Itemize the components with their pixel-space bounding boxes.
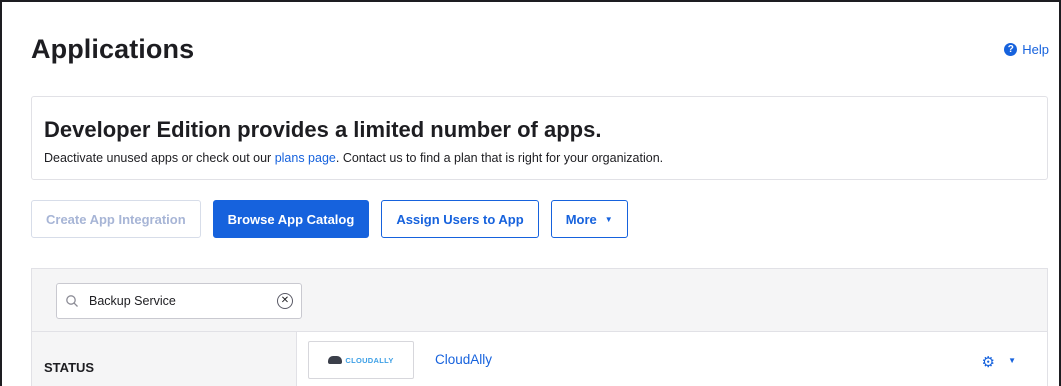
help-link[interactable]: ? Help (1004, 42, 1049, 57)
cloudally-logo[interactable]: CLOUDALLY (308, 341, 414, 379)
create-app-integration-button[interactable]: Create App Integration (31, 200, 201, 238)
notice-text: Deactivate unused apps or check out our … (44, 151, 663, 165)
app-name-link[interactable]: CloudAlly (435, 352, 492, 367)
gear-icon[interactable]: ⚙ (982, 353, 995, 371)
status-filter-heading: STATUS (44, 360, 95, 375)
page-title: Applications (31, 34, 195, 64)
notice-text-after: . Contact us to find a plan that is righ… (335, 151, 664, 165)
more-label: More (565, 211, 597, 227)
edition-notice-banner: Developer Edition provides a limited num… (31, 96, 1048, 180)
plans-page-link[interactable]: plans page (275, 151, 336, 165)
search-box: ✕ (56, 283, 302, 319)
notice-text-before: Deactivate unused apps or check out our (44, 151, 275, 165)
caret-down-icon: ▼ (604, 214, 613, 224)
search-input[interactable] (89, 294, 277, 308)
notice-title: Developer Edition provides a limited num… (44, 117, 602, 142)
app-list: CLOUDALLY CloudAlly ⚙ ▼ (296, 332, 1047, 386)
help-label: Help (1022, 42, 1049, 57)
question-circle-icon: ? (1004, 43, 1018, 56)
chevron-down-icon[interactable]: ▼ (1008, 356, 1016, 365)
action-toolbar: Create App Integration Browse App Catalo… (31, 200, 628, 238)
cloud-icon (328, 356, 343, 364)
more-dropdown-button[interactable]: More ▼ (550, 200, 628, 238)
apps-panel: ✕ STATUS CLOUDALLY CloudAlly ⚙ ▼ (31, 268, 1048, 386)
clear-search-icon[interactable]: ✕ (277, 293, 293, 309)
logo-text: CLOUDALLY (345, 355, 394, 365)
browse-app-catalog-button[interactable]: Browse App Catalog (212, 200, 370, 238)
search-icon (66, 295, 78, 307)
assign-users-to-app-button[interactable]: Assign Users to App (381, 200, 539, 238)
